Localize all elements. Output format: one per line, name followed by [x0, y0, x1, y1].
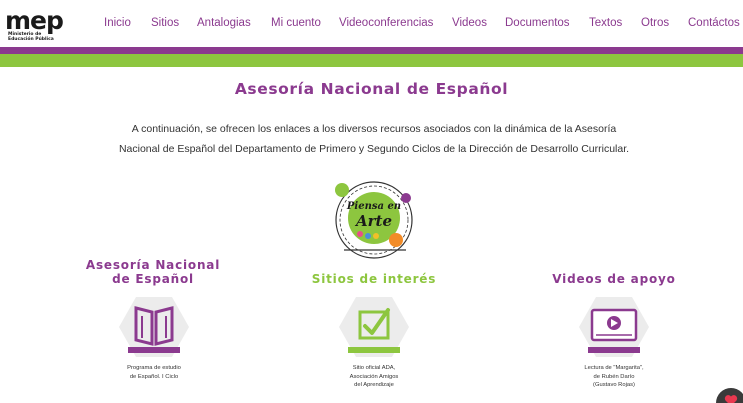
section-title-sitios: Sitios de interés [311, 272, 437, 286]
purple-band [0, 47, 743, 54]
caption-programa-line-1: Programa de estudio [127, 365, 181, 371]
nav-item-sitios[interactable]: Sitios [151, 17, 197, 29]
caption-programa: Programa de estudio de Español. I Ciclo [99, 364, 209, 381]
nav-item-otros[interactable]: Otros [641, 17, 688, 29]
intro-text: A continuación, se ofrecen los enlaces a… [90, 119, 658, 159]
nav-item-mi-cuento[interactable]: Mi cuento [271, 17, 339, 29]
caption-video-line-3: (Gustavo Rojas) [593, 382, 635, 388]
badge-graphic: Piensa en Arte [335, 181, 413, 259]
heart-icon [724, 395, 738, 403]
nav-item-antalogias[interactable]: Antalogias [197, 17, 271, 29]
section-title-asesoria-1: Asesoría Nacional [85, 258, 221, 272]
section-sitios: Sitios de interés [284, 272, 464, 286]
program-link[interactable] [118, 296, 190, 358]
intro-line-2: Nacional de Español del Departamento de … [118, 143, 630, 155]
badge-line-2: Arte [354, 212, 392, 230]
section-videos: Videos de apoyo [524, 272, 704, 286]
badge-line-1: Piensa en [346, 201, 401, 212]
caption-ada-line-2: Asociación Amigos [349, 373, 399, 380]
caption-ada-line-3: del Aprendizaje [354, 382, 394, 388]
video-player-icon [579, 297, 649, 357]
section-asesoria: Asesoría Nacional de Español [63, 258, 243, 286]
logo-subtitle: Ministerio de Educación Pública [8, 32, 54, 42]
caption-ada-line-1: Sitio oficial ADA, [352, 365, 396, 371]
nav-item-videoconferencias[interactable]: Videoconferencias [339, 17, 452, 29]
book-icon [119, 297, 189, 357]
piensa-en-arte-badge: Piensa en Arte [330, 176, 414, 260]
heart-button[interactable] [716, 388, 743, 403]
checkbox-icon [339, 297, 409, 357]
green-band [0, 54, 743, 67]
nav-item-textos[interactable]: Textos [589, 17, 641, 29]
intro-line-1: A continuación, se ofrecen los enlaces a… [131, 123, 617, 135]
nav-item-contactos[interactable]: Contáctos [688, 17, 740, 29]
section-title-videos: Videos de apoyo [552, 272, 676, 286]
mep-logo[interactable]: mep Ministerio de Educación Pública [5, 6, 65, 43]
section-title-asesoria-2: de Español [112, 272, 194, 286]
top-bar: mep Ministerio de Educación Pública Inic… [0, 0, 743, 48]
ada-site-link[interactable] [338, 296, 410, 358]
logo-text: mep [5, 6, 64, 35]
page-title: Asesoría Nacional de Español [234, 80, 509, 98]
nav-item-videos[interactable]: Videos [452, 17, 505, 29]
main-nav: Inicio Sitios Antalogias Mi cuento Video… [104, 17, 740, 29]
nav-item-inicio[interactable]: Inicio [104, 17, 151, 29]
caption-video-line-2: de Rubén Darío [593, 373, 635, 380]
caption-video: Lectura de "Margarita", de Rubén Darío (… [559, 364, 669, 390]
video-link[interactable] [578, 296, 650, 358]
caption-video-line-1: Lectura de "Margarita", [584, 365, 644, 371]
caption-programa-line-2: de Español. I Ciclo [129, 373, 179, 380]
nav-item-documentos[interactable]: Documentos [505, 17, 589, 29]
caption-ada: Sitio oficial ADA, Asociación Amigos del… [319, 364, 429, 390]
